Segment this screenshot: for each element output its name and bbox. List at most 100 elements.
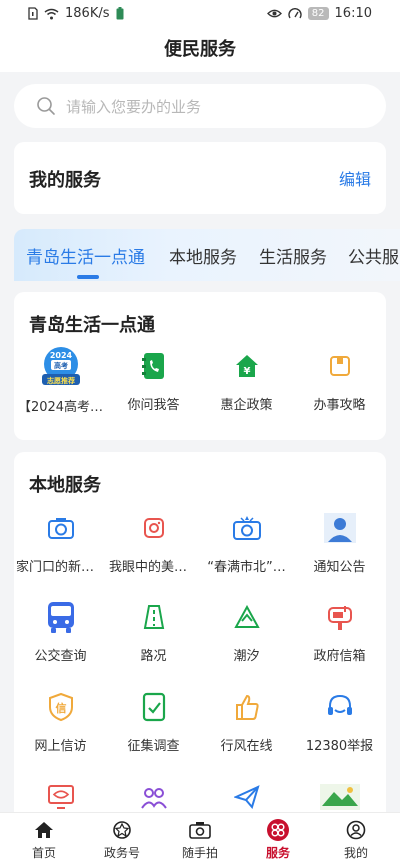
- nav-label: 首页: [31, 846, 56, 860]
- service-label: 12380举报: [305, 739, 374, 754]
- service-label: 我眼中的美丽…: [109, 560, 200, 575]
- thumbs-up-icon: [227, 687, 267, 727]
- service-item[interactable]: [14, 777, 107, 817]
- people-group-icon: [134, 777, 174, 817]
- house-yen-icon: ¥: [227, 346, 267, 386]
- my-service-title: 我的服务: [29, 170, 101, 191]
- service-item[interactable]: [107, 777, 200, 817]
- service-item[interactable]: [293, 777, 386, 817]
- service-item[interactable]: 公交查询: [14, 597, 107, 664]
- triangle-icon: [227, 597, 267, 637]
- service-label: 行风在线: [220, 739, 273, 754]
- service-policy[interactable]: ¥ 惠企政策: [200, 346, 293, 413]
- eye-icon: [266, 9, 282, 18]
- landscape-icon: [319, 777, 360, 817]
- battery-level: 82: [307, 7, 329, 20]
- service-item[interactable]: 家门口的新变…: [14, 508, 107, 575]
- letter-shield-icon: 信: [41, 687, 81, 727]
- speedometer-icon: [288, 7, 302, 18]
- wifi-icon: [44, 8, 59, 19]
- bus-icon: [41, 597, 81, 637]
- flash-camera-icon: [227, 508, 267, 548]
- service-item[interactable]: 路况: [107, 597, 200, 664]
- svg-text:¥: ¥: [243, 366, 250, 377]
- badge-year: 2024: [49, 351, 72, 360]
- service-label: 公交查询: [34, 649, 87, 664]
- service-label: “春满市北”…: [207, 560, 286, 575]
- service-item[interactable]: 行风在线: [200, 687, 293, 754]
- service-item[interactable]: 信 网上信访: [14, 687, 107, 754]
- service-qa[interactable]: 你问我答: [107, 346, 200, 413]
- service-label: 征集调查: [127, 739, 180, 754]
- badge-top: 高考: [54, 361, 68, 370]
- edit-button[interactable]: 编辑: [339, 166, 371, 190]
- headset-icon: [320, 687, 360, 727]
- monitor-eye-icon: [41, 777, 81, 817]
- search-icon: [37, 97, 55, 115]
- camera-icon: [41, 508, 81, 548]
- page-title: 便民服务: [0, 28, 400, 72]
- bottom-nav: 首页 政务号 随手拍 服务 我的: [0, 812, 400, 866]
- svg-text:信: 信: [55, 701, 66, 715]
- search-placeholder: 请输入您要办的业务: [66, 97, 202, 116]
- services-icon: [238, 819, 318, 841]
- tab-local-service[interactable]: 本地服务: [169, 243, 237, 268]
- survey-check-icon: [134, 687, 174, 727]
- service-label: 路况: [140, 649, 167, 664]
- service-item[interactable]: 潮汐: [200, 597, 293, 664]
- clock: 16:10: [334, 6, 372, 21]
- phone-book-icon: [134, 346, 174, 386]
- battery-charging-icon: [116, 7, 123, 20]
- service-item[interactable]: 12380举报: [293, 687, 386, 754]
- local-title: 本地服务: [29, 475, 101, 496]
- service-label: 【2024高考…: [17, 400, 104, 415]
- tab-life-service[interactable]: 生活服务: [259, 243, 327, 268]
- nav-services[interactable]: 服务: [238, 819, 318, 861]
- category-tabs: 青岛生活一点通 本地服务 生活服务 公共服: [14, 229, 400, 281]
- badge-bottom: 志愿推荐: [47, 376, 75, 385]
- service-label: 家门口的新变…: [16, 560, 107, 575]
- service-guide[interactable]: 办事攻略: [293, 346, 386, 413]
- road-icon: [134, 597, 174, 637]
- photo-camera-icon: [134, 508, 174, 548]
- service-item[interactable]: 我眼中的美丽…: [107, 508, 200, 575]
- qingdao-title: 青岛生活一点通: [29, 315, 155, 336]
- service-label: 惠企政策: [220, 398, 273, 413]
- paper-plane-icon: [227, 777, 267, 817]
- tab-qingdao[interactable]: 青岛生活一点通: [26, 243, 145, 268]
- service-label: 你问我答: [127, 398, 180, 413]
- person-announcement-icon: [320, 508, 360, 548]
- nav-mine[interactable]: 我的: [316, 819, 396, 861]
- service-item[interactable]: 征集调查: [107, 687, 200, 754]
- local-service-card: 本地服务 家门口的新变… 我眼中的美丽… “春满市北”… 通知公告 公交查询 路…: [14, 452, 386, 822]
- tab-public-service[interactable]: 公共服: [348, 243, 399, 268]
- active-tab-indicator: [77, 275, 99, 279]
- service-item[interactable]: “春满市北”…: [200, 508, 293, 575]
- nav-label: 服务: [265, 846, 290, 860]
- service-label: 政府信箱: [313, 649, 366, 664]
- gaokao-badge-icon: 2024 高考 志愿推荐: [39, 346, 83, 388]
- mailbox-icon: [320, 597, 360, 637]
- service-label: 潮汐: [233, 649, 260, 664]
- user-icon: [316, 819, 396, 841]
- nav-gov-account[interactable]: 政务号: [82, 819, 162, 861]
- service-item[interactable]: 通知公告: [293, 508, 386, 575]
- status-bar: 186K/s 82 16:10: [0, 0, 400, 28]
- camera-icon: [160, 819, 240, 841]
- home-icon: [4, 819, 84, 841]
- network-speed: 186K/s: [65, 6, 110, 21]
- service-item[interactable]: [200, 777, 293, 817]
- search-input[interactable]: 请输入您要办的业务: [14, 84, 386, 128]
- sim-icon: [28, 7, 38, 20]
- nav-label: 政务号: [103, 846, 140, 860]
- service-label: 网上信访: [34, 739, 87, 754]
- folder-icon: [320, 346, 360, 386]
- nav-snapshot[interactable]: 随手拍: [160, 819, 240, 861]
- service-item[interactable]: 政府信箱: [293, 597, 386, 664]
- qingdao-card: 青岛生活一点通 2024 高考 志愿推荐 【2024高考… 你问我答 ¥ 惠企政…: [14, 292, 386, 440]
- service-gaokao[interactable]: 2024 高考 志愿推荐 【2024高考…: [14, 346, 107, 415]
- badge-icon: [82, 819, 162, 841]
- nav-label: 我的: [343, 846, 368, 860]
- nav-home[interactable]: 首页: [4, 819, 84, 861]
- service-label: 办事攻略: [313, 398, 366, 413]
